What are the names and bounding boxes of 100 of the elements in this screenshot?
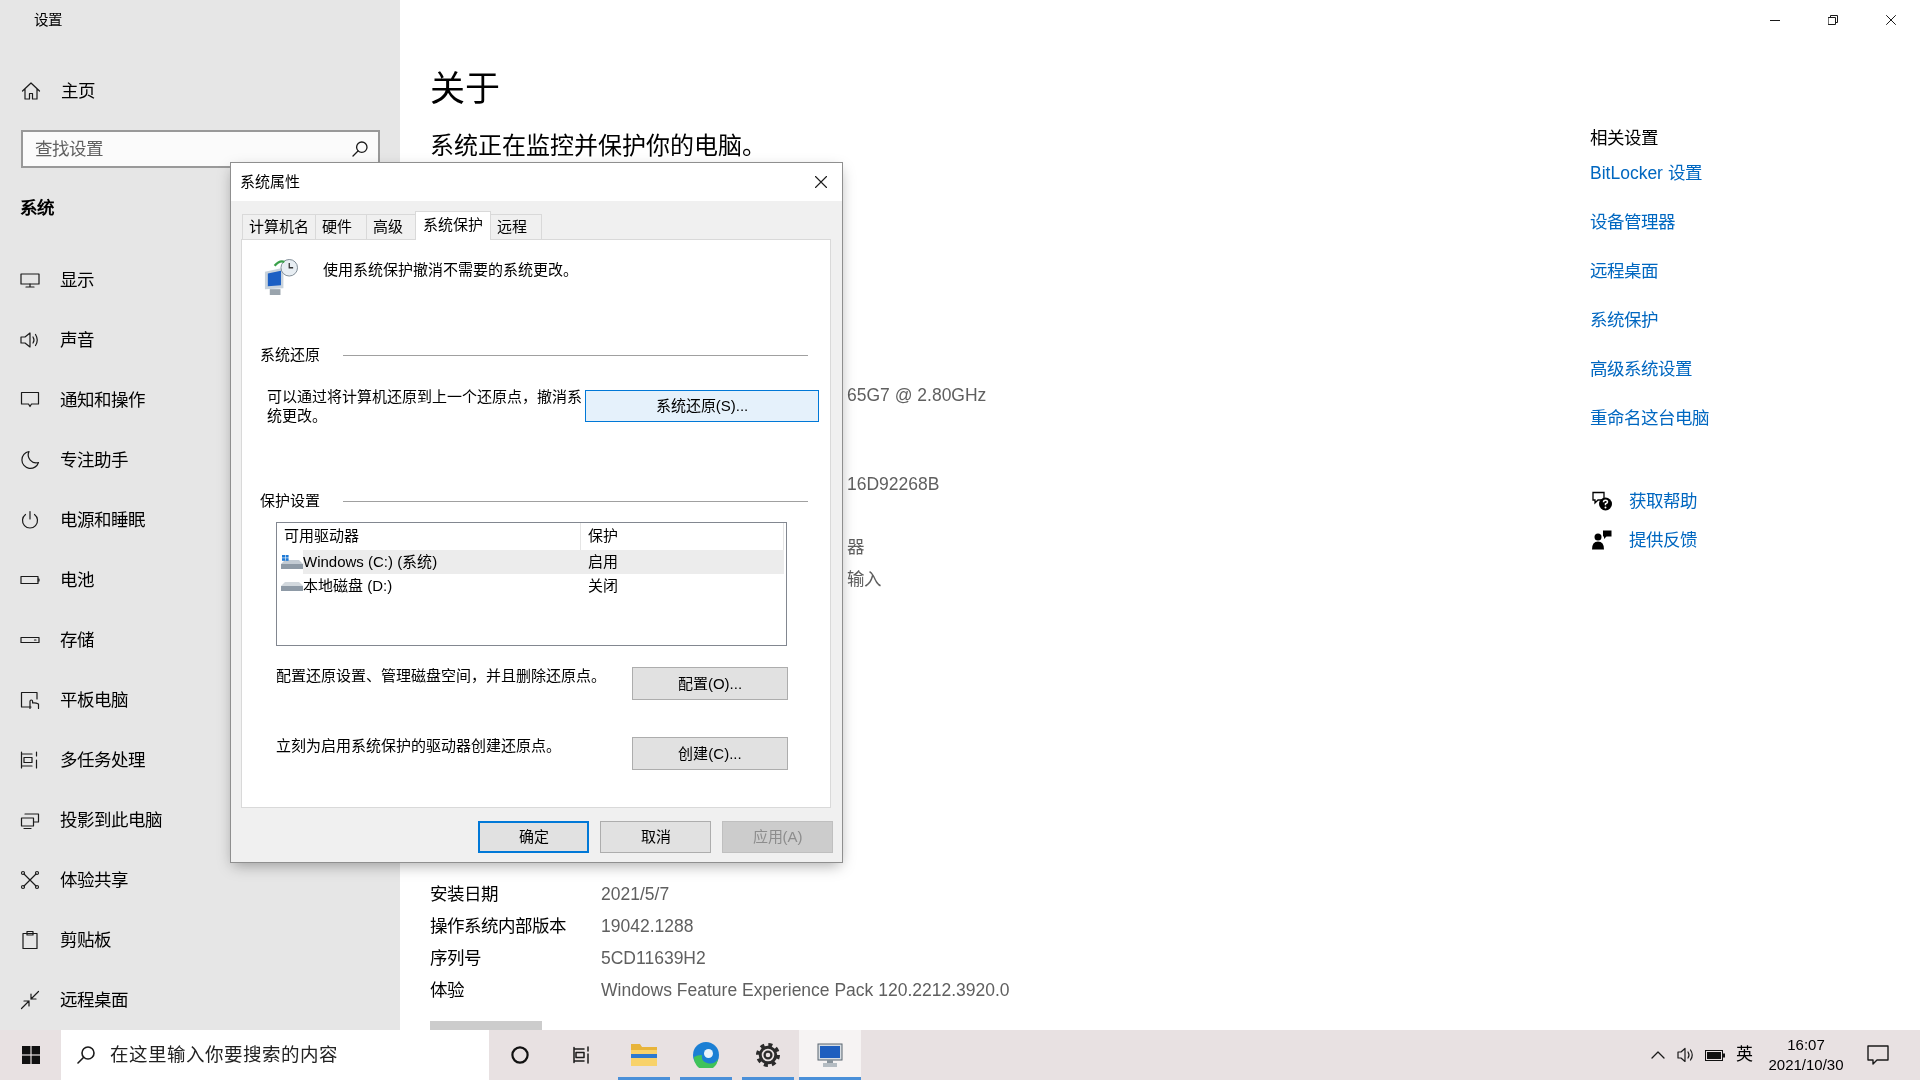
monitor-icon <box>817 1043 843 1067</box>
notifications-icon[interactable] <box>1867 1045 1889 1065</box>
nav-item[interactable]: 平板电脑 <box>20 688 128 712</box>
folder-icon <box>631 1044 657 1066</box>
nav-item[interactable]: 体验共享 <box>20 868 128 892</box>
status-text: 系统正在监控并保护你的电脑。 <box>430 131 766 161</box>
nav-item[interactable]: 专注助手 <box>20 448 128 472</box>
spec-value: 器 <box>847 536 864 559</box>
spec-value: 16D92268B <box>847 473 940 496</box>
settings-link[interactable]: 高级系统设置 <box>1590 357 1692 381</box>
protection-status: 关闭 <box>588 576 618 596</box>
settings-link[interactable]: 远程桌面 <box>1590 259 1658 283</box>
action-button[interactable]: 创建(C)... <box>632 737 788 770</box>
nav-item[interactable]: 多任务处理 <box>20 748 145 772</box>
system-restore-button[interactable]: 系统还原(S)... <box>585 390 819 422</box>
clock-time[interactable]: 16:07 <box>1787 1035 1825 1055</box>
chevron-up-icon[interactable] <box>1651 1051 1665 1059</box>
share-icon <box>20 870 40 890</box>
tablet-icon <box>20 690 40 710</box>
moon-icon <box>20 450 40 470</box>
nav-item[interactable]: 投影到此电脑 <box>20 808 162 832</box>
group-heading: 保护设置 <box>260 491 320 511</box>
help-link[interactable]: 获取帮助 <box>1592 489 1697 513</box>
help-link[interactable]: 提供反馈 <box>1592 528 1697 552</box>
nav-item[interactable]: 通知和操作 <box>20 388 145 412</box>
description-text: 立刻为启用系统保护的驱动器创建还原点。 <box>276 737 561 755</box>
group-heading: 系统还原 <box>260 345 320 365</box>
close-icon[interactable] <box>815 176 827 188</box>
battery-icon[interactable] <box>1705 1049 1725 1061</box>
drive-row[interactable]: 本地磁盘 (D:) 关闭 <box>277 574 784 598</box>
spec-value: 输入 <box>847 568 881 591</box>
clipboard-icon <box>20 930 40 950</box>
drive-name: 本地磁盘 (D:) <box>303 576 393 596</box>
ring-icon <box>511 1046 529 1064</box>
search-field[interactable]: 在这里输入你要搜索的内容 <box>61 1030 489 1080</box>
description-text: 可以通过将计算机还原到上一个还原点，撤消系统更改。 <box>267 387 583 425</box>
restore-icon <box>1828 15 1838 25</box>
spec-value: 5CD11639H2 <box>601 947 706 970</box>
taskbar-button[interactable] <box>799 1030 861 1080</box>
speaker-icon <box>20 330 40 350</box>
input-method-indicator[interactable]: 英 <box>1735 1044 1753 1066</box>
system-drive-icon <box>281 555 303 569</box>
spec-label: 安装日期 <box>430 883 498 906</box>
section-heading: 相关设置 <box>1590 127 1658 150</box>
nav-item[interactable]: 电源和睡眠 <box>20 508 145 532</box>
settings-link[interactable]: BitLocker 设置 <box>1590 161 1702 185</box>
search-field[interactable]: 查找设置 <box>21 130 380 168</box>
dialog-button[interactable]: 确定 <box>478 821 589 853</box>
description-text: 配置还原设置、管理磁盘空间，并且删除还原点。 <box>276 667 606 685</box>
swirl-icon <box>693 1042 719 1068</box>
monitor-icon <box>20 270 40 290</box>
drive-icon <box>281 581 303 591</box>
settings-link[interactable]: 重命名这台电脑 <box>1590 406 1709 430</box>
search-icon[interactable] <box>352 141 368 157</box>
tab[interactable]: 远程 <box>490 214 542 240</box>
action-button[interactable]: 配置(O)... <box>632 667 788 700</box>
window-title: 设置 <box>34 11 62 30</box>
spec-value: Windows Feature Experience Pack 120.2212.3920.0 <box>601 979 1010 1002</box>
windows-logo-icon <box>21 1046 40 1064</box>
page-title: 关于 <box>430 68 500 110</box>
home-icon <box>21 81 41 101</box>
nav-item[interactable]: 存储 <box>20 628 94 652</box>
screen-project-icon <box>20 810 40 830</box>
nav-item[interactable]: 剪贴板 <box>20 928 111 952</box>
dialog-title: 系统属性 <box>240 172 300 192</box>
spec-value: 19042.1288 <box>601 915 694 938</box>
intro-text: 使用系统保护撤消不需要的系统更改。 <box>323 260 578 280</box>
settings-link[interactable]: 系统保护 <box>1590 308 1658 332</box>
close-icon <box>1886 15 1896 25</box>
spec-label: 体验 <box>430 979 464 1002</box>
tab[interactable]: 计算机名 <box>242 214 316 240</box>
search-icon <box>77 1046 95 1064</box>
spec-value: 2021/5/7 <box>601 883 670 906</box>
person-bubble-icon <box>1592 530 1612 550</box>
nav-item[interactable]: 显示 <box>20 268 94 292</box>
power-icon <box>20 510 40 530</box>
multitask-icon <box>20 750 40 770</box>
nav-item[interactable]: 声音 <box>20 328 94 352</box>
nav-item[interactable]: 主页 <box>21 79 95 103</box>
spec-value: 65G7 @ 2.80GHz <box>847 384 987 407</box>
drive-name: Windows (C:) (系统) <box>303 552 438 572</box>
spec-label: 序列号 <box>430 947 481 970</box>
help-bubbles-icon <box>1592 491 1612 511</box>
task-view-icon <box>573 1046 591 1064</box>
settings-link[interactable]: 设备管理器 <box>1590 210 1675 234</box>
protection-status: 启用 <box>588 552 618 572</box>
dialog-button[interactable]: 取消 <box>600 821 711 853</box>
nav-item[interactable]: 远程桌面 <box>20 988 128 1012</box>
column-header[interactable]: 可用驱动器 <box>277 523 581 550</box>
section-heading: 系统 <box>20 197 54 220</box>
settings-icon <box>756 1043 780 1067</box>
column-header[interactable]: 保护 <box>581 523 784 550</box>
clock-date[interactable]: 2021/10/30 <box>1768 1055 1844 1075</box>
tab[interactable]: 系统保护 <box>415 211 491 240</box>
spec-label: 操作系统内部版本 <box>430 915 566 938</box>
speech-bubble-icon <box>20 390 40 410</box>
speaker-icon[interactable] <box>1677 1047 1695 1063</box>
nav-item[interactable]: 电池 <box>20 568 94 592</box>
remote-desktop-icon <box>20 990 40 1010</box>
monitor-clock-icon <box>262 259 298 295</box>
